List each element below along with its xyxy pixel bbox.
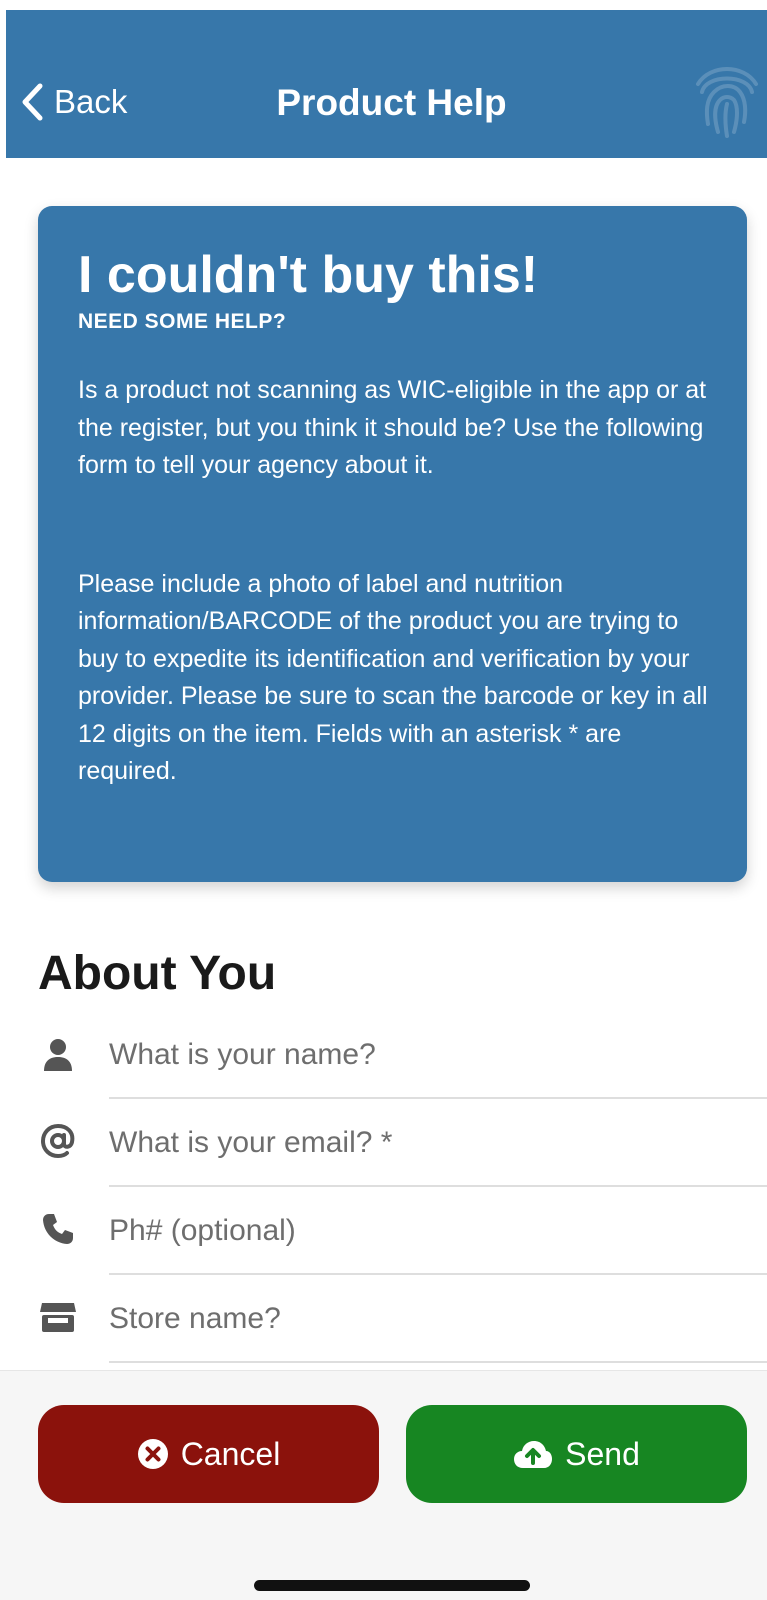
footer-bar: Cancel Send (0, 1370, 767, 1600)
send-label: Send (565, 1435, 640, 1472)
product-help-screen: Back Product Help I couldn't buy this! N… (0, 0, 767, 1600)
send-button[interactable]: Send (406, 1405, 747, 1503)
phone-input[interactable] (109, 1209, 749, 1253)
info-card: I couldn't buy this! NEED SOME HELP? Is … (38, 206, 747, 882)
section-title-about-you: About You (38, 947, 277, 1000)
card-title: I couldn't buy this! (78, 246, 539, 304)
field-divider (109, 1361, 767, 1363)
cancel-label: Cancel (180, 1435, 281, 1472)
cancel-button[interactable]: Cancel (38, 1405, 379, 1503)
email-input[interactable] (109, 1121, 749, 1165)
store-field-row (0, 1275, 767, 1363)
at-sign-icon (38, 1121, 78, 1161)
card-paragraph-intro: Is a product not scanning as WIC-eligibl… (78, 376, 707, 479)
store-icon (38, 1297, 78, 1337)
phone-field-row (0, 1187, 767, 1275)
fingerprint-icon (692, 62, 762, 143)
page-title: Product Help (276, 82, 507, 123)
phone-icon (38, 1209, 78, 1249)
cloud-upload-icon (513, 1439, 565, 1469)
person-icon (38, 1035, 78, 1075)
card-subtitle: NEED SOME HELP? (78, 310, 287, 333)
nav-header: Back Product Help (6, 10, 767, 158)
home-indicator (254, 1580, 530, 1591)
email-field-row (0, 1099, 767, 1187)
name-field-row (0, 1011, 767, 1099)
close-circle-icon (137, 1438, 181, 1470)
name-input[interactable] (109, 1033, 749, 1077)
card-paragraph-instructions: Please include a photo of label and nutr… (78, 569, 708, 786)
store-name-input[interactable] (109, 1297, 749, 1341)
